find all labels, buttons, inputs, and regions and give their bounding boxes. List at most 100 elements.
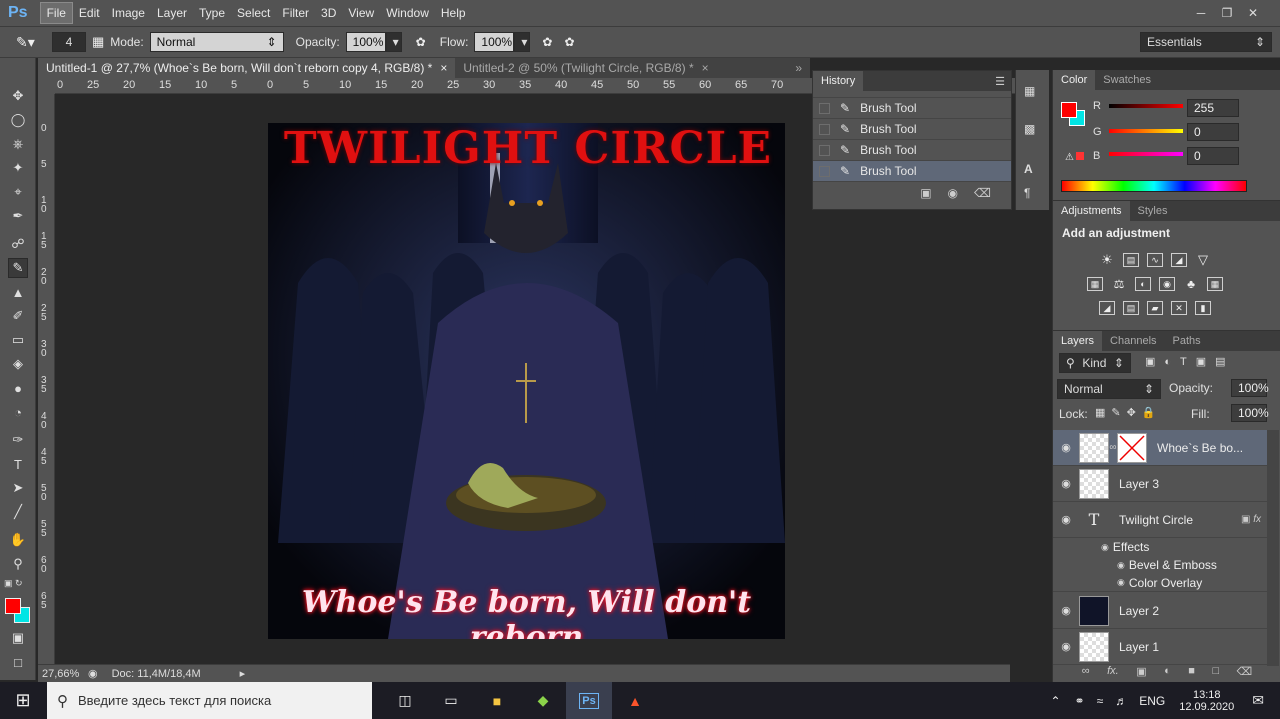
tab-untitled-2[interactable]: Untitled-2 @ 50% (Twilight Circle, RGB/8… [455, 58, 716, 78]
tab-untitled-1[interactable]: Untitled-1 @ 27,7% (Whoe`s Be born, Will… [38, 58, 456, 78]
visibility-eye-icon[interactable]: ◉ [1053, 640, 1079, 653]
layers-scrollbar[interactable] [1267, 430, 1279, 666]
type-tool-icon[interactable]: T [8, 454, 28, 474]
visibility-eye-icon[interactable]: ◉ [1101, 542, 1109, 553]
photo-filter-icon[interactable]: ◉ [1159, 277, 1175, 291]
history-item[interactable]: ✎ Brush Tool [813, 140, 1011, 161]
visibility-eye-icon[interactable]: ◉ [1053, 477, 1079, 490]
close-icon[interactable]: × [440, 61, 447, 75]
blend-mode-dropdown[interactable]: Normal ⇕ [1057, 379, 1161, 399]
layer-name[interactable]: Layer 3 [1119, 477, 1159, 491]
panel-menu-icon[interactable]: ☰ [995, 75, 1005, 88]
black-white-icon[interactable]: ◐ [1135, 277, 1151, 291]
brush-panel-icon[interactable]: ▦ [92, 34, 104, 50]
workspace-dropdown[interactable]: Essentials ⇕ [1140, 32, 1272, 52]
history-snapshot-checkbox[interactable] [819, 165, 830, 177]
trash-icon[interactable]: ⌫ [974, 186, 991, 200]
notifications-icon[interactable]: ✉ [1252, 692, 1264, 709]
brush-tool-icon[interactable]: ✎ [8, 258, 28, 278]
history-snapshot-checkbox[interactable] [819, 123, 830, 135]
healing-brush-tool-icon[interactable]: ☍ [8, 234, 28, 254]
menu-help[interactable]: Help [435, 3, 472, 23]
layer-filter-dropdown[interactable]: ⚲ Kind ⇕ [1059, 353, 1131, 373]
link-layers-icon[interactable]: ∞ [1082, 665, 1090, 683]
history-item-current[interactable]: ✎ Brush Tool [813, 161, 1011, 182]
clone-stamp-tool-icon[interactable]: ▲ [8, 282, 28, 302]
taskbar-search[interactable]: ⚲ Введите здесь текст для поиска [47, 682, 372, 719]
zoom-level[interactable]: 27,66% [42, 668, 88, 680]
layer-row[interactable]: ◉ Layer 2 [1053, 593, 1267, 629]
layer-name[interactable]: Layer 2 [1119, 604, 1159, 618]
history-snapshot-checkbox[interactable] [819, 144, 830, 156]
new-layer-icon[interactable]: □ [1212, 665, 1219, 683]
opacity-slider-toggle[interactable]: ▾ [385, 32, 402, 52]
paragraph-panel-icon[interactable]: ¶ [1024, 186, 1030, 200]
layer-fill-field[interactable]: 100% [1231, 404, 1269, 422]
tab-swatches[interactable]: Swatches [1095, 70, 1159, 90]
layer-opacity-field[interactable]: 100% [1231, 379, 1269, 397]
effect-row[interactable]: ◉ Bevel & Emboss [1053, 556, 1267, 574]
path-selection-tool-icon[interactable]: ➤ [8, 478, 28, 498]
visibility-eye-icon[interactable]: ◉ [1053, 513, 1079, 526]
airbrush-icon[interactable]: ✿ [542, 35, 552, 49]
red-field[interactable]: 255 [1187, 99, 1239, 117]
visibility-eye-icon[interactable]: ◉ [1053, 441, 1079, 454]
flow-slider-toggle[interactable]: ▾ [514, 32, 531, 52]
menu-select[interactable]: Select [231, 3, 276, 23]
tab-color[interactable]: Color [1053, 70, 1096, 90]
dodge-tool-icon[interactable]: ◔ [8, 402, 28, 422]
paint-bucket-tool-icon[interactable]: ◈ [8, 354, 28, 374]
brush-size-picker[interactable]: 4 [52, 32, 86, 52]
move-tool-icon[interactable]: ✥ [8, 86, 28, 106]
menu-edit[interactable]: Edit [73, 3, 106, 23]
layer-row[interactable]: ◉ Layer 3 [1053, 466, 1267, 502]
trash-icon[interactable]: ⌫ [1237, 665, 1253, 683]
status-info-icon[interactable]: ◉ [88, 667, 98, 680]
line-tool-icon[interactable]: ╱ [8, 502, 28, 522]
input-language[interactable]: ENG [1139, 694, 1165, 708]
posterize-icon[interactable]: ▤ [1123, 301, 1139, 315]
tab-layers[interactable]: Layers [1053, 331, 1103, 351]
mode-dropdown[interactable]: Normal ⇕ [149, 32, 284, 52]
blur-tool-icon[interactable]: ● [8, 378, 28, 398]
flow-field[interactable]: 100% [474, 32, 515, 52]
green-field[interactable]: 0 [1187, 123, 1239, 141]
default-colors-icon[interactable]: ▣ ↻ [4, 578, 32, 588]
levels-icon[interactable]: ▤ [1123, 253, 1139, 267]
eyedropper-tool-icon[interactable]: ✒ [8, 206, 28, 226]
tab-adjustments[interactable]: Adjustments [1053, 201, 1130, 221]
close-icon[interactable]: × [702, 61, 709, 75]
wifi-icon[interactable]: ≈ [1097, 694, 1104, 708]
taskbar-clock[interactable]: 13:18 12.09.2020 [1179, 689, 1234, 713]
color-spectrum-ramp[interactable] [1061, 180, 1247, 192]
bluestacks-app-icon[interactable]: ◆ [520, 682, 566, 719]
hand-tool-icon[interactable]: ✋ [8, 530, 28, 550]
eraser-tool-icon[interactable]: ▭ [8, 330, 28, 350]
screen-mode-icon[interactable]: □ [8, 652, 28, 672]
new-group-icon[interactable]: ■ [1188, 665, 1195, 683]
minimize-icon[interactable]: ─ [1188, 4, 1214, 22]
layer-row[interactable]: ◉ T Twilight Circle ▣ fx [1053, 502, 1267, 538]
history-item[interactable]: ✎ Brush Tool [813, 98, 1011, 119]
tab-paths[interactable]: Paths [1165, 331, 1209, 351]
crop-tool-icon[interactable]: ⌖ [8, 182, 28, 202]
blue-field[interactable]: 0 [1187, 147, 1239, 165]
document-canvas[interactable]: TWILIGHT CIRCLE Whoe's Be born, Will don… [268, 123, 785, 639]
pressure-opacity-icon[interactable]: ✿ [416, 35, 426, 49]
visibility-eye-icon[interactable]: ◉ [1117, 560, 1125, 571]
history-brush-tool-icon[interactable]: ✐ [8, 306, 28, 326]
effects-row[interactable]: ◉ Effects [1053, 538, 1267, 556]
file-explorer-icon[interactable]: ■ [474, 682, 520, 719]
hue-saturation-icon[interactable]: ▦ [1087, 277, 1103, 291]
zoom-tool-icon[interactable]: ⚲ [8, 554, 28, 574]
layer-style-icon[interactable]: fx. [1107, 665, 1119, 683]
visibility-eye-icon[interactable]: ◉ [1053, 604, 1079, 617]
layer-fx-icon[interactable]: ▣ fx [1241, 514, 1261, 525]
history-panel-icon[interactable]: ▦ [1024, 84, 1035, 98]
color-balance-icon[interactable]: ⚖ [1111, 277, 1127, 291]
brightness-contrast-icon[interactable]: ☀ [1099, 252, 1115, 267]
photoshop-taskbar-icon[interactable]: Ps [566, 682, 612, 719]
selective-color-icon[interactable]: ✕ [1171, 301, 1187, 315]
quick-select-tool-icon[interactable]: ✦ [8, 158, 28, 178]
menu-filter[interactable]: Filter [276, 3, 315, 23]
